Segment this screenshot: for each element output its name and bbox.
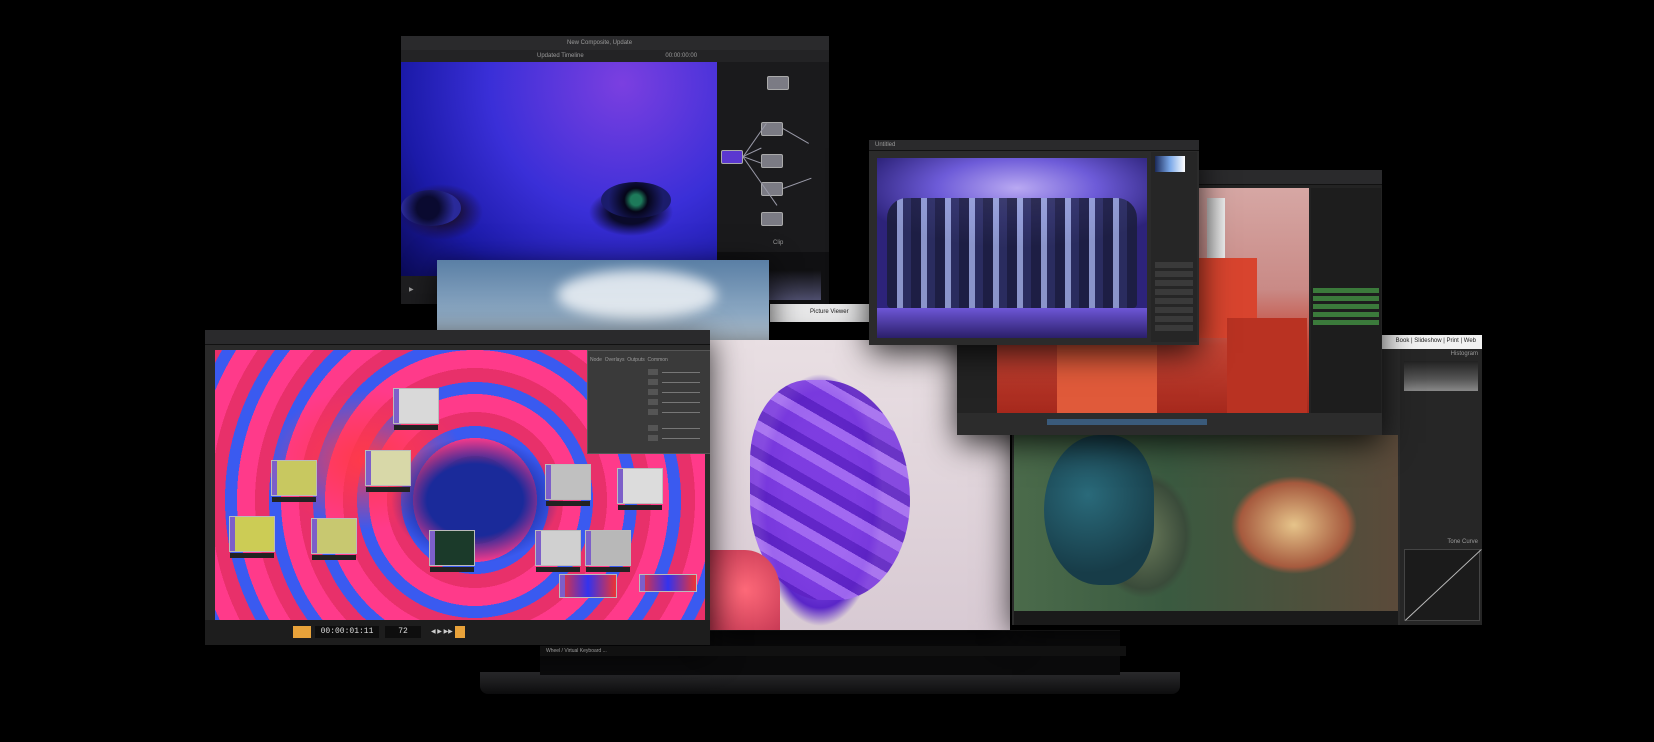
panel-tabs: Node Overlays Outputs Common <box>590 357 668 363</box>
3d-timeline <box>957 413 1382 435</box>
param-row[interactable] <box>592 425 706 433</box>
td-titlebar <box>205 330 710 345</box>
resolve-node-graph[interactable]: Clip <box>717 62 829 252</box>
tab-outputs[interactable]: Outputs <box>627 357 645 363</box>
photoshop-canvas[interactable] <box>877 158 1147 338</box>
outliner-highlight <box>1313 288 1379 328</box>
lightroom-right-panel: Histogram Tone Curve <box>1400 349 1482 625</box>
op-thumbnail[interactable] <box>535 530 581 572</box>
td-status-bar: Wheel / Virtual Keyboard ... <box>540 646 1126 656</box>
photoshop-titlebar: Untitled <box>869 140 1199 151</box>
op-thumbnail[interactable] <box>365 450 411 492</box>
wire <box>783 177 812 189</box>
photoshop-panels <box>1151 152 1197 342</box>
lightroom-filmstrip <box>1014 611 1398 625</box>
tab-common[interactable]: Common <box>648 357 668 363</box>
param-row[interactable] <box>592 389 706 397</box>
op-thumbnail[interactable] <box>545 464 591 506</box>
resolve-titlebar: New Composite, Update <box>401 36 829 51</box>
module-slideshow[interactable]: Slideshow <box>1414 338 1441 344</box>
chimney <box>1207 198 1225 258</box>
td-frame[interactable]: 72 <box>385 626 421 638</box>
touchdesigner-window: Node Overlays Outputs Common 00:00:01:11… <box>205 330 710 645</box>
photoshop-title: Untitled <box>875 142 896 148</box>
resolve-toolbar: Updated Timeline 00:00:00:00 <box>401 50 829 62</box>
color-swatch[interactable] <box>1155 156 1185 172</box>
param-row[interactable] <box>592 435 706 443</box>
tone-curve-title: Tone Curve <box>1447 539 1478 545</box>
tone-curve[interactable] <box>1404 549 1482 621</box>
td-orange-marker <box>293 626 311 638</box>
param-row[interactable] <box>592 379 706 387</box>
tab-overlays[interactable]: Overlays <box>605 357 625 363</box>
param-row[interactable] <box>592 399 706 407</box>
viewer-label: Picture Viewer <box>810 309 849 315</box>
op-thumbnail[interactable] <box>393 388 439 430</box>
resolve-title: New Composite, Update <box>567 40 633 46</box>
lightroom-photo[interactable] <box>1014 435 1398 611</box>
eye-right <box>601 182 671 218</box>
op-thumbnail[interactable] <box>311 518 357 560</box>
resolve-footer: Picture Viewer <box>770 304 874 322</box>
op-thumbnail[interactable] <box>271 460 317 502</box>
layers-list[interactable] <box>1155 262 1193 332</box>
histogram <box>1404 361 1478 391</box>
curve-line <box>1405 549 1482 621</box>
op-thumbnail[interactable] <box>639 574 697 592</box>
module-picker: Book | Slideshow | Print | Web <box>1395 338 1476 344</box>
histogram-title: Histogram <box>1450 351 1478 357</box>
play-icon[interactable]: ◀ ▶ ▶▶ <box>431 628 453 635</box>
wire <box>782 128 809 144</box>
play-icon[interactable]: ▶ <box>409 276 414 304</box>
block-3 <box>1227 318 1307 413</box>
eye-left <box>401 190 461 226</box>
resolve-viewer[interactable] <box>401 62 717 276</box>
photoshop-window: Untitled <box>869 140 1199 345</box>
param-row[interactable] <box>592 409 706 417</box>
dancers <box>887 198 1137 308</box>
op-thumbnail[interactable] <box>429 530 475 572</box>
op-thumbnail[interactable] <box>559 574 617 598</box>
face-profile <box>1044 435 1154 585</box>
td-timeline: 00:00:01:11 72 ◀ ▶ ▶▶ <box>205 620 710 645</box>
op-thumbnail[interactable] <box>585 530 631 572</box>
stage-floor <box>877 308 1147 338</box>
node-1[interactable] <box>767 76 789 90</box>
node-5[interactable] <box>761 212 783 226</box>
module-book[interactable]: Book <box>1396 338 1410 344</box>
node-3[interactable] <box>761 154 783 168</box>
td-play-active[interactable] <box>455 626 465 638</box>
td-timecode: 00:00:01:11 <box>315 626 379 638</box>
laptop-base <box>480 672 1180 694</box>
node-source[interactable] <box>721 150 743 164</box>
module-web[interactable]: Web <box>1464 338 1476 344</box>
op-thumbnail[interactable] <box>229 516 275 558</box>
module-print[interactable]: Print <box>1447 338 1459 344</box>
cloud <box>557 270 717 320</box>
resolve-timecode: 00:00:00:00 <box>665 53 698 59</box>
timeline-bar <box>1047 419 1207 425</box>
tab-node[interactable]: Node <box>590 357 602 363</box>
pink-shape <box>710 550 780 630</box>
resolve-timeline-label[interactable]: Updated Timeline <box>537 53 584 59</box>
param-row[interactable] <box>592 369 706 377</box>
td-parameter-panel: Node Overlays Outputs Common <box>587 350 710 454</box>
op-thumbnail[interactable] <box>617 468 663 510</box>
3d-outliner <box>1311 188 1381 413</box>
resolve-nodes-label: Clip <box>773 240 784 246</box>
